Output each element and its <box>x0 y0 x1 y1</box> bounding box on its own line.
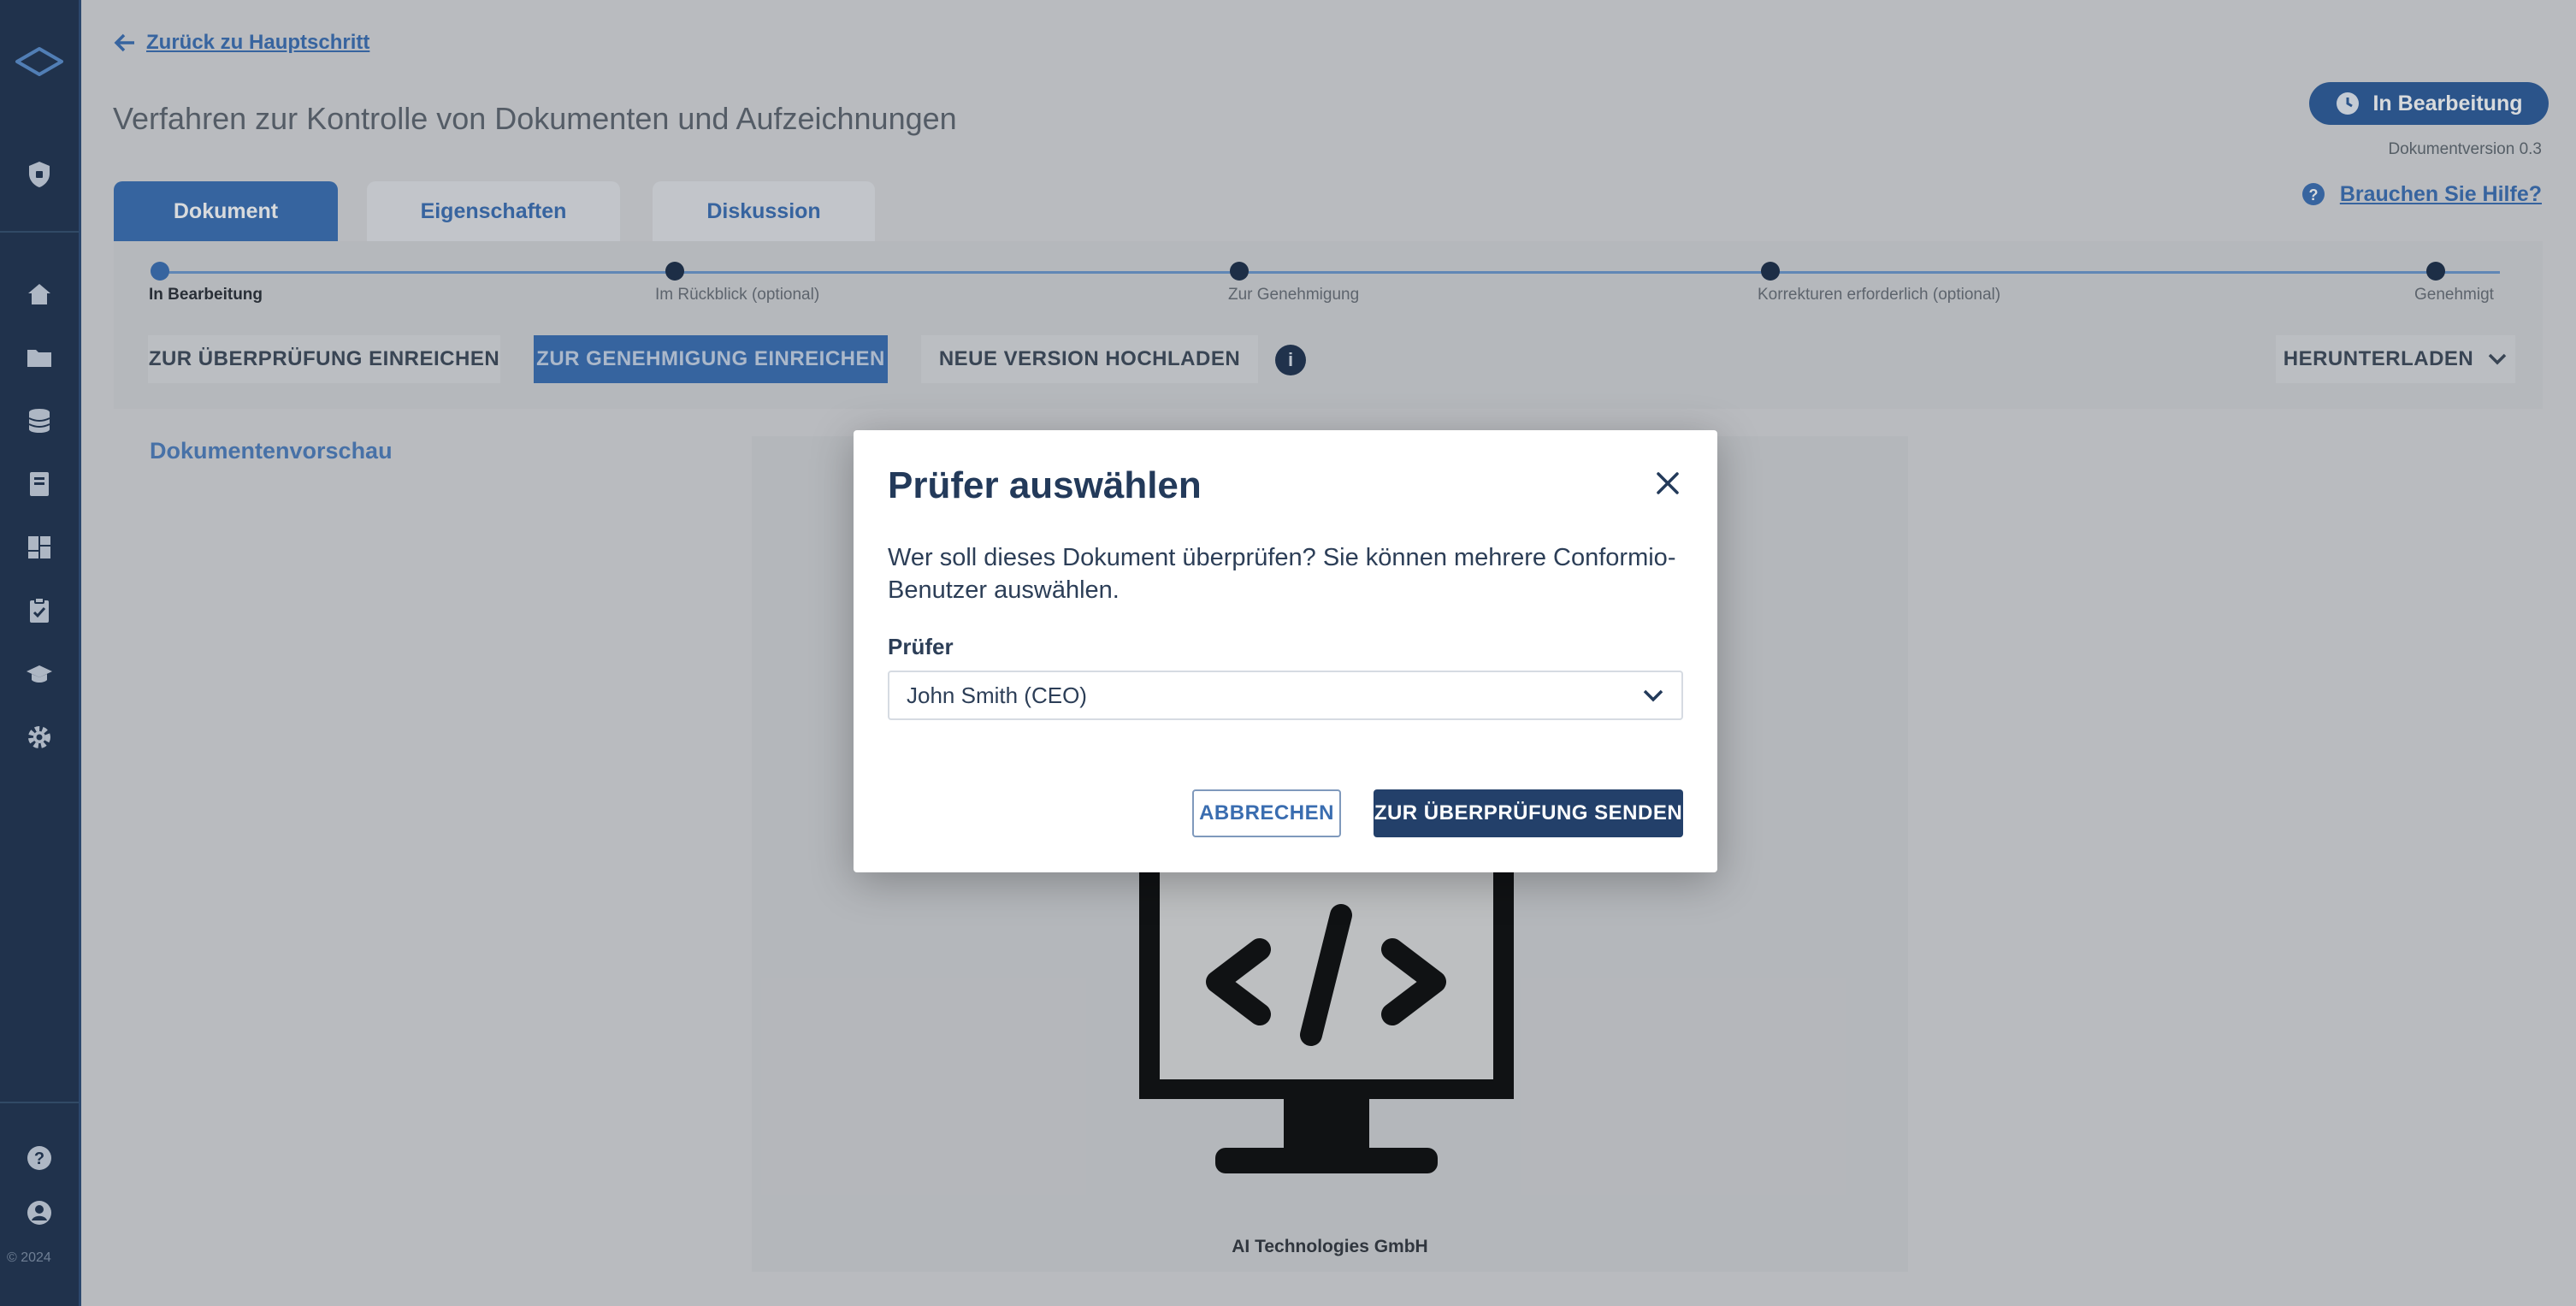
dialog-description: Wer soll dieses Dokument überprüfen? Sie… <box>888 544 1676 604</box>
reviewer-select[interactable]: John Smith (CEO) <box>888 671 1683 720</box>
send-for-review-button[interactable]: ZUR ÜBERPRÜFUNG SENDEN <box>1374 789 1683 837</box>
reviewer-field-label: Prüfer <box>888 634 954 659</box>
close-icon[interactable] <box>1651 466 1685 500</box>
dialog-title: Prüfer auswählen <box>888 464 1202 506</box>
chevron-down-icon <box>1643 689 1663 702</box>
select-reviewer-dialog: Prüfer auswählen Wer soll dieses Dokumen… <box>854 430 1717 872</box>
cancel-button[interactable]: ABBRECHEN <box>1192 789 1341 837</box>
reviewer-select-value: John Smith (CEO) <box>907 682 1087 708</box>
